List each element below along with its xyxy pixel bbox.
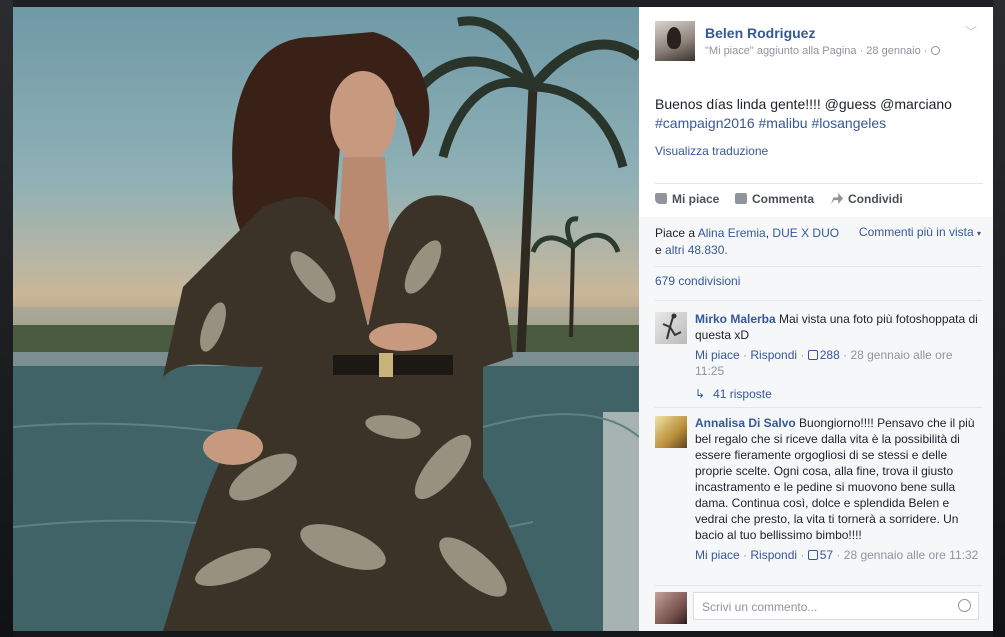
comment-text: Buongiorno!!!! Pensavo che il più bel re… (695, 416, 975, 542)
comment-reply-link[interactable]: Rispondi (750, 548, 797, 562)
comment-body: Mirko Malerba Mai vista una foto più fot… (695, 311, 979, 343)
translate-link[interactable]: Visualizza traduzione (655, 144, 768, 158)
share-button[interactable]: Condividi (831, 192, 903, 206)
liker-1[interactable]: Alina Eremia (698, 226, 766, 240)
likes-others-link[interactable]: altri 48.830. (665, 243, 728, 257)
comment-footer: Mi piace · Rispondi · 57 · 28 gennaio al… (695, 548, 979, 562)
smiley-icon[interactable] (958, 599, 971, 612)
post-photo[interactable] (13, 7, 639, 631)
comment-item: Mirko Malerba Mai vista una foto più fot… (655, 312, 985, 392)
page-name-link[interactable]: Belen Rodriguez (705, 25, 815, 41)
post-header: Belen Rodriguez "Mi piace" aggiunto alla… (655, 21, 985, 65)
comment-body: Annalisa Di Salvo Buongiorno!!!! Pensavo… (695, 415, 979, 543)
likes-prefix: Piace a (655, 226, 696, 240)
divider (655, 407, 983, 408)
backdrop-top-strip (0, 0, 1005, 7)
comment-button[interactable]: Commenta (735, 192, 814, 206)
backdrop-left-strip (0, 0, 13, 637)
post-text: Buenos días linda gente!!!! @guess @marc… (655, 95, 975, 133)
feedback-section: Piace a Alina Eremia, DUE X DUO e altri … (639, 217, 993, 631)
comment-like-count[interactable]: 57 (807, 548, 834, 562)
share-button-label: Condividi (848, 192, 903, 206)
comment-like-link[interactable]: Mi piace (695, 548, 740, 562)
comment-author[interactable]: Annalisa Di Salvo (695, 416, 796, 430)
divider (655, 585, 983, 586)
thumbs-up-icon (807, 350, 818, 360)
share-arrow-icon (831, 193, 843, 204)
post-actions-bar: Mi piace Commenta Condividi (655, 183, 983, 218)
write-comment-row: Scrivi un commento... (655, 592, 985, 624)
backdrop-right-strip (993, 0, 1005, 637)
commenter-avatar[interactable] (655, 312, 687, 344)
like-button[interactable]: Mi piace (655, 192, 719, 206)
comment-button-label: Commenta (752, 192, 815, 206)
comment-footer: Mi piace · Rispondi · 288 · 28 gennaio a… (695, 348, 953, 378)
view-replies-label: 41 risposte (713, 387, 772, 401)
divider (655, 266, 983, 267)
comment-sort-label: Commenti più in vista (858, 225, 974, 239)
current-user-avatar (655, 592, 687, 624)
post-detail-panel: Belen Rodriguez "Mi piace" aggiunto alla… (639, 7, 993, 631)
commenter-avatar[interactable] (655, 416, 687, 448)
likes-and: e (655, 243, 662, 257)
thumbs-up-icon (655, 193, 667, 204)
reply-arrow-icon: ↳ (695, 387, 706, 401)
post-hashtags[interactable]: #campaign2016 #malibu #losangeles (655, 115, 886, 131)
comment-like-count-value: 288 (819, 348, 840, 362)
post-text-body: Buenos días linda gente!!!! @guess @marc… (655, 96, 952, 112)
view-replies-link[interactable]: ↳ 41 risposte (695, 387, 772, 401)
divider (655, 300, 983, 301)
photo-scene (13, 16, 639, 631)
comment-author[interactable]: Mirko Malerba (695, 312, 776, 326)
comment-sort-dropdown[interactable]: Commenti più in vista ▾ (859, 225, 981, 239)
liker-2[interactable]: DUE X DUO (772, 226, 839, 240)
comment-item: Annalisa Di Salvo Buongiorno!!!! Pensavo… (655, 416, 985, 586)
comment-reply-link[interactable]: Rispondi (750, 348, 797, 362)
chevron-down-icon[interactable]: ﹀ (965, 23, 977, 40)
comment-input-placeholder: Scrivi un commento... (702, 600, 818, 614)
comment-icon (735, 193, 747, 204)
like-button-label: Mi piace (672, 192, 720, 206)
shares-count-link[interactable]: 679 condivisioni (655, 274, 740, 288)
thumbs-up-icon (807, 550, 818, 560)
post-meta-text: "Mi piace" aggiunto alla Pagina · 28 gen… (705, 45, 928, 57)
page-avatar[interactable] (655, 21, 695, 61)
runner-figure-icon (662, 313, 682, 340)
sort-caret-icon: ▾ (976, 229, 981, 238)
globe-icon (931, 46, 941, 55)
comment-like-link[interactable]: Mi piace (695, 348, 740, 362)
comment-timestamp[interactable]: 28 gennaio alle ore 11:32 (844, 548, 979, 562)
comment-input[interactable]: Scrivi un commento... (693, 592, 979, 620)
comment-like-count[interactable]: 288 (807, 348, 840, 362)
comment-like-count-value: 57 (819, 548, 834, 562)
post-meta: "Mi piace" aggiunto alla Pagina · 28 gen… (705, 45, 941, 57)
